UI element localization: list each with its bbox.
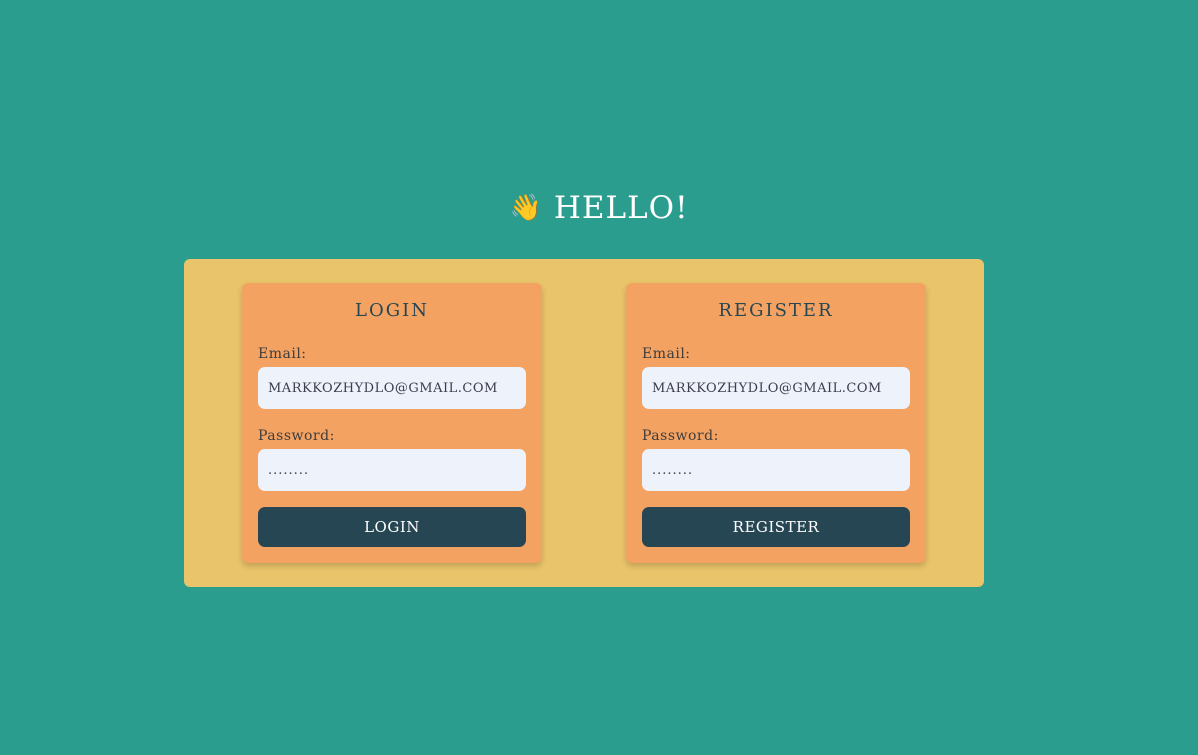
register-title: REGISTER bbox=[718, 300, 834, 321]
register-password-input[interactable] bbox=[642, 449, 910, 491]
register-email-input[interactable] bbox=[642, 367, 910, 409]
register-card: REGISTER Email: Password: REGISTER bbox=[626, 283, 926, 563]
login-email-label: Email: bbox=[258, 346, 307, 362]
login-card: LOGIN Email: Password: LOGIN bbox=[242, 283, 542, 563]
auth-panel: LOGIN Email: Password: LOGIN REGISTER Em… bbox=[184, 259, 984, 587]
page-title: HELLO! bbox=[553, 190, 689, 226]
login-password-input[interactable] bbox=[258, 449, 526, 491]
login-title: LOGIN bbox=[355, 300, 429, 321]
waving-hand-icon: 👋 bbox=[509, 193, 542, 223]
login-email-input[interactable] bbox=[258, 367, 526, 409]
register-button[interactable]: REGISTER bbox=[642, 507, 910, 547]
register-email-label: Email: bbox=[642, 346, 691, 362]
login-password-label: Password: bbox=[258, 428, 335, 444]
register-password-label: Password: bbox=[642, 428, 719, 444]
page-heading: 👋 HELLO! bbox=[0, 186, 1198, 230]
login-button[interactable]: LOGIN bbox=[258, 507, 526, 547]
